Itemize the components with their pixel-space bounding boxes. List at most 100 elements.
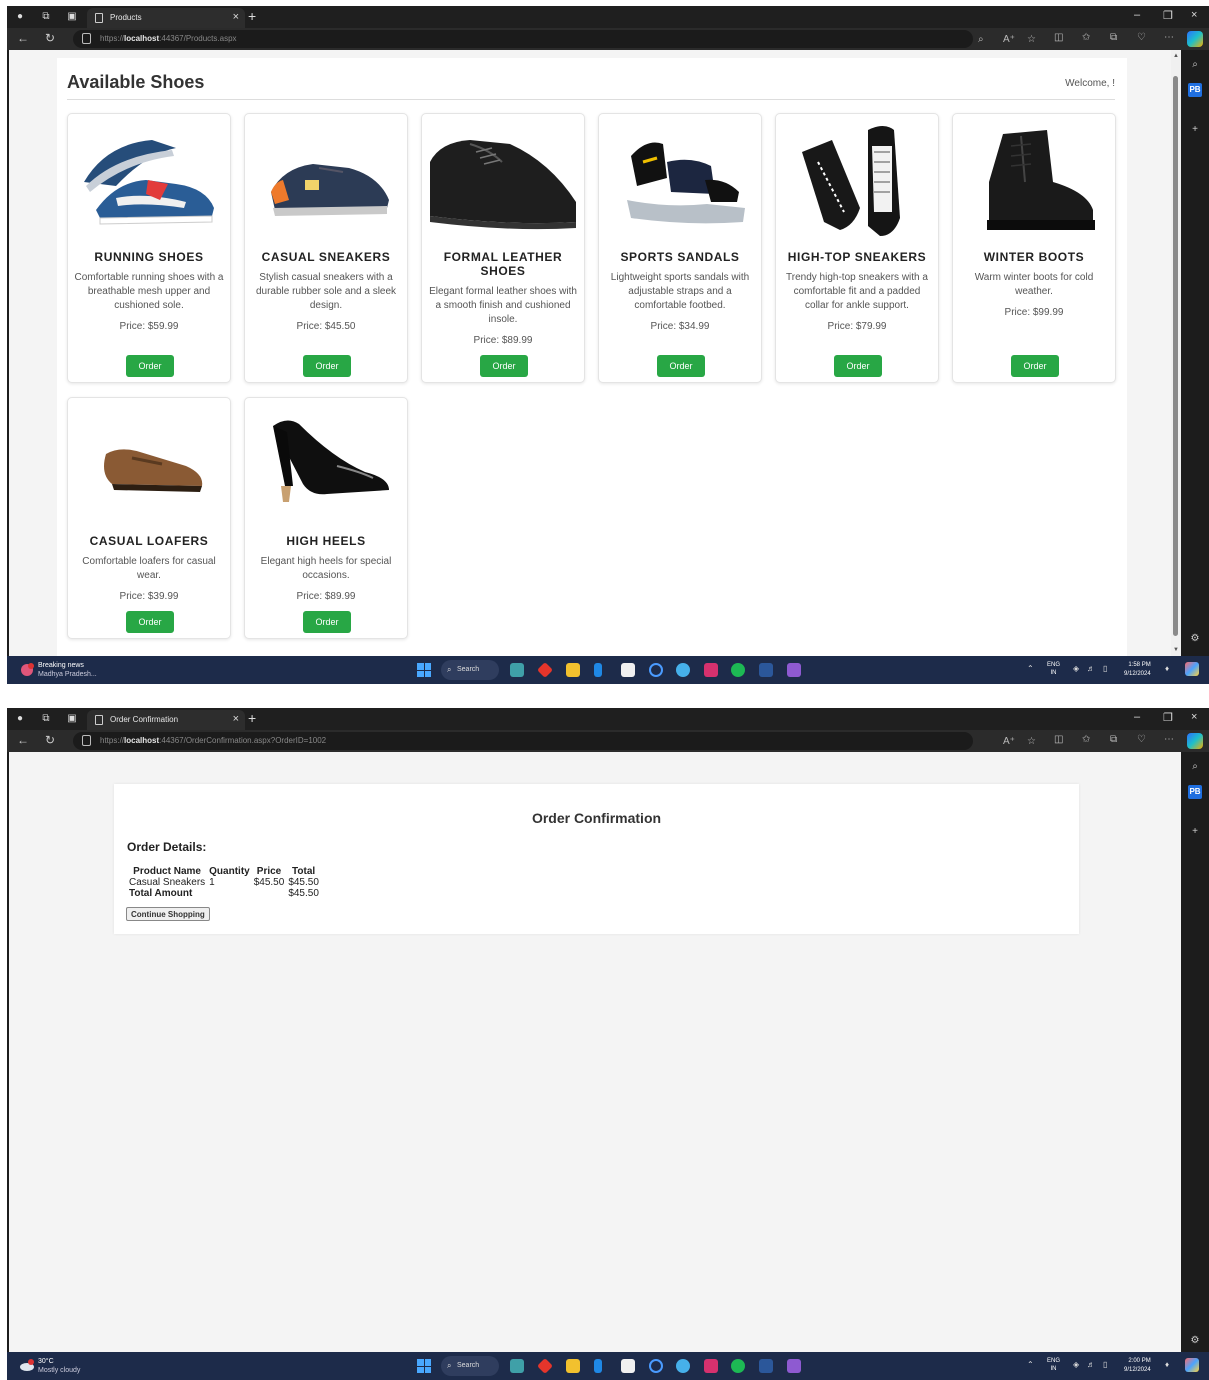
visual-studio-icon[interactable] (787, 1359, 801, 1373)
weather-cloud-icon[interactable] (19, 1358, 35, 1372)
order-button[interactable]: Order (480, 355, 528, 377)
tab-actions-icon[interactable]: ▣ (65, 10, 79, 24)
tab-order-confirmation[interactable]: Order Confirmation × (87, 710, 245, 730)
workspaces-icon[interactable]: ⧉ (39, 712, 53, 726)
add-sidebar-app-icon[interactable]: + (1188, 825, 1202, 839)
volume-icon[interactable]: ♬ (1087, 1360, 1095, 1369)
continue-shopping-button[interactable]: Continue Shopping (126, 907, 210, 921)
scrollbar-thumb[interactable] (1173, 76, 1178, 636)
news-alert-icon[interactable] (19, 662, 35, 676)
scroll-down-arrow-icon[interactable]: ▼ (1173, 647, 1179, 653)
sidebar-settings-icon[interactable]: ⚙ (1188, 1334, 1202, 1348)
copilot-app-icon[interactable] (510, 1359, 524, 1373)
favorite-star-icon[interactable]: ☆ (1027, 736, 1036, 747)
language-indicator[interactable]: ENG IN (1047, 661, 1060, 677)
read-aloud-icon[interactable]: A⁺ (1003, 736, 1015, 747)
sidebar-settings-icon[interactable]: ⚙ (1188, 632, 1202, 646)
close-tab-icon[interactable]: × (233, 713, 239, 725)
spotify-icon[interactable] (731, 1359, 745, 1373)
copilot-icon[interactable] (1187, 31, 1203, 47)
workspaces-icon[interactable]: ⧉ (39, 10, 53, 24)
notification-bell-icon[interactable]: ♦ (1165, 664, 1169, 673)
lock-icon[interactable] (82, 33, 91, 44)
file-explorer-icon[interactable] (566, 663, 580, 677)
store-icon[interactable] (621, 663, 635, 677)
store-icon[interactable] (621, 1359, 635, 1373)
split-screen-icon[interactable]: ◫ (1054, 32, 1063, 43)
copilot-icon[interactable] (1187, 733, 1203, 749)
bing-icon[interactable] (594, 1359, 602, 1373)
wifi-icon[interactable]: ◈ (1073, 1360, 1079, 1369)
close-window-icon[interactable]: × (1191, 9, 1197, 21)
order-button[interactable]: Order (834, 355, 882, 377)
profile-icon[interactable]: ● (13, 712, 27, 726)
minimize-icon[interactable]: – (1134, 9, 1140, 21)
refresh-icon[interactable]: ↻ (45, 733, 55, 747)
read-aloud-icon[interactable]: A⁺ (1003, 34, 1015, 45)
order-button[interactable]: Order (126, 355, 174, 377)
search-icon[interactable]: ⌕ (1188, 760, 1202, 774)
browser-essentials-icon[interactable]: ♡ (1137, 32, 1146, 43)
visual-studio-icon[interactable] (787, 663, 801, 677)
close-tab-icon[interactable]: × (233, 11, 239, 23)
vertical-scrollbar[interactable]: ▲ ▼ (1171, 50, 1181, 656)
favorite-star-icon[interactable]: ☆ (1027, 34, 1036, 45)
chrome-icon[interactable] (676, 663, 690, 677)
add-sidebar-app-icon[interactable]: + (1188, 123, 1202, 137)
new-tab-icon[interactable]: + (248, 710, 256, 726)
start-button[interactable] (417, 1359, 431, 1373)
language-indicator[interactable]: ENG IN (1047, 1357, 1060, 1373)
split-screen-icon[interactable]: ◫ (1054, 734, 1063, 745)
new-tab-icon[interactable]: + (248, 8, 256, 24)
profile-badge-icon[interactable]: PB (1188, 785, 1202, 799)
tray-chevron-icon[interactable]: ⌃ (1027, 664, 1034, 673)
bing-icon[interactable] (594, 663, 602, 677)
more-options-icon[interactable]: ⋯ (1164, 32, 1174, 43)
search-in-page-icon[interactable]: ⌕ (978, 34, 984, 45)
start-button[interactable] (417, 663, 431, 677)
taskbar-search[interactable]: ⌕ Search (441, 660, 499, 680)
order-button[interactable]: Order (303, 611, 351, 633)
word-icon[interactable] (759, 663, 773, 677)
copilot-taskbar-icon[interactable] (1185, 1358, 1199, 1372)
instagram-icon[interactable] (704, 1359, 718, 1373)
spotify-icon[interactable] (731, 663, 745, 677)
order-button[interactable]: Order (303, 355, 351, 377)
minimize-icon[interactable]: – (1134, 711, 1140, 723)
tab-products[interactable]: Products × (87, 8, 245, 28)
refresh-icon[interactable]: ↻ (45, 31, 55, 45)
copilot-taskbar-icon[interactable] (1185, 662, 1199, 676)
git-app-icon[interactable] (537, 1358, 553, 1374)
tab-actions-icon[interactable]: ▣ (65, 712, 79, 726)
wifi-icon[interactable]: ◈ (1073, 664, 1079, 673)
restore-icon[interactable]: ❐ (1163, 711, 1173, 724)
collections-icon[interactable]: ⧉ (1110, 734, 1117, 745)
battery-icon[interactable]: ▯ (1103, 1360, 1107, 1369)
profile-icon[interactable]: ● (13, 10, 27, 24)
more-options-icon[interactable]: ⋯ (1164, 734, 1174, 745)
profile-badge-icon[interactable]: PB (1188, 83, 1202, 97)
notification-bell-icon[interactable]: ♦ (1165, 1360, 1169, 1369)
chrome-icon[interactable] (676, 1359, 690, 1373)
back-icon[interactable]: ← (17, 733, 29, 747)
search-icon[interactable]: ⌕ (1188, 58, 1202, 72)
cortana-icon[interactable] (649, 1359, 663, 1373)
battery-icon[interactable]: ▯ (1103, 664, 1107, 673)
order-button[interactable]: Order (1011, 355, 1059, 377)
git-app-icon[interactable] (537, 662, 553, 678)
clock[interactable]: 2:00 PM 9/12/2024 (1124, 1357, 1151, 1375)
taskbar-search[interactable]: ⌕ Search (441, 1356, 499, 1376)
url-field[interactable]: https://localhost:44367/OrderConfirmatio… (73, 732, 1036, 750)
browser-essentials-icon[interactable]: ♡ (1137, 734, 1146, 745)
back-icon[interactable]: ← (17, 31, 29, 45)
tray-chevron-icon[interactable]: ⌃ (1027, 1360, 1034, 1369)
clock[interactable]: 1:58 PM 9/12/2024 (1124, 661, 1151, 679)
cortana-icon[interactable] (649, 663, 663, 677)
favorites-icon[interactable]: ✩ (1082, 734, 1090, 745)
close-window-icon[interactable]: × (1191, 711, 1197, 723)
collections-icon[interactable]: ⧉ (1110, 32, 1117, 43)
instagram-icon[interactable] (704, 663, 718, 677)
url-field[interactable]: https://localhost:44367/Products.aspx ⌕ … (73, 30, 1036, 48)
restore-icon[interactable]: ❐ (1163, 9, 1173, 22)
lock-icon[interactable] (82, 735, 91, 746)
